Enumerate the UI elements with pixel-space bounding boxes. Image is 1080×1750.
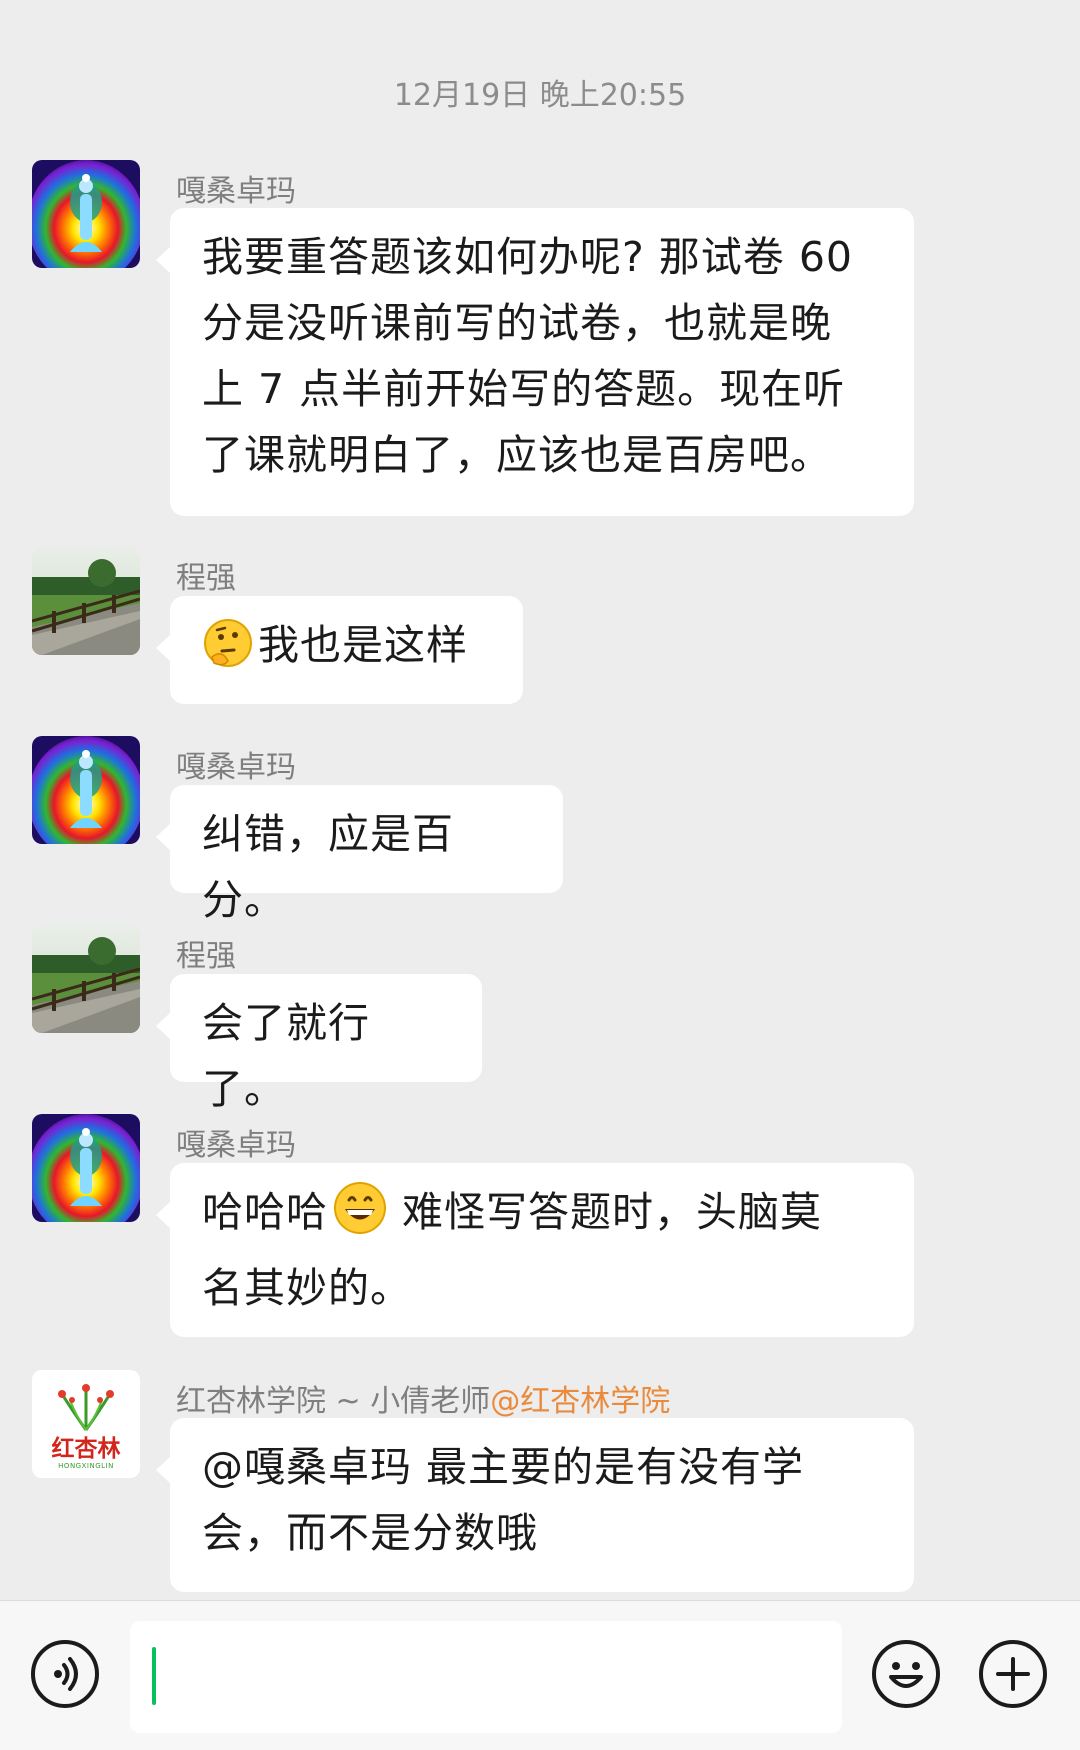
message-line: 上 7 点半前开始写的答题。现在听 [202, 365, 846, 413]
grinning-face-icon [332, 1180, 388, 1255]
message-bubble[interactable]: @嘎桑卓玛 最主要的是有没有学 会，而不是分数哦 [156, 1418, 914, 1592]
message-text: 我也是这样 [258, 621, 468, 669]
plus-icon [979, 1640, 1047, 1708]
sender-name: 程强 [176, 939, 236, 974]
emoji-icon [872, 1640, 940, 1708]
sender-name: 嘎桑卓玛 [176, 174, 296, 209]
avatar-chakra[interactable] [32, 1114, 140, 1222]
message-bubble[interactable]: 我也是这样 [156, 596, 523, 704]
message-bubble[interactable]: 我要重答题该如何办呢? 那试卷 60 分是没听课前写的试卷，也就是晚 上 7 点… [156, 208, 914, 516]
logo-subtext: HONGXINGLIN [58, 1462, 114, 1470]
message-line: 名其妙的。 [202, 1264, 412, 1312]
message-text: 难怪写答题时，头脑莫 [388, 1188, 823, 1236]
voice-icon [31, 1640, 99, 1708]
chakra-meditation-avatar-icon [32, 1114, 140, 1222]
garden-path-avatar-icon [32, 925, 140, 1033]
message-bubble[interactable]: 会了就行了。 [156, 974, 482, 1113]
message-bubble[interactable]: 哈哈哈 难怪写答题时，头脑莫 名其妙的。 [156, 1163, 914, 1337]
message-text: 纠错，应是百分。 [202, 810, 454, 924]
emoji-button[interactable] [871, 1639, 941, 1709]
chat-area[interactable]: 12月19日 晚上20:55 嘎桑卓玛 我要重答题该如何办呢? 那试卷 60 分… [0, 0, 1080, 1600]
plus-button[interactable] [978, 1639, 1048, 1709]
message-line: @嘎桑卓玛 最主要的是有没有学 [202, 1443, 805, 1491]
sender-name: 嘎桑卓玛 [176, 750, 296, 785]
sender-name: 红杏林学院 ~ 小倩老师@红杏林学院 [176, 1376, 670, 1420]
message-text: 会了就行了。 [202, 999, 370, 1113]
sender-org-tag: @红杏林学院 [490, 1384, 671, 1419]
avatar-garden[interactable] [32, 925, 140, 1033]
voice-button[interactable] [30, 1639, 100, 1709]
sender-name: 嘎桑卓玛 [176, 1128, 296, 1163]
logo-text: 红杏林 [51, 1436, 121, 1462]
thinking-face-icon [202, 617, 254, 688]
garden-path-avatar-icon [32, 547, 140, 655]
message-timestamp: 12月19日 晚上20:55 [393, 78, 687, 113]
sender-display-name: 红杏林学院 ~ 小倩老师 [176, 1384, 491, 1419]
text-caret [152, 1647, 156, 1705]
message-line: 我要重答题该如何办呢? 那试卷 60 [202, 233, 853, 281]
chakra-meditation-avatar-icon [32, 160, 140, 268]
message-line: 哈哈哈 难怪写答题时，头脑莫 [202, 1179, 882, 1255]
input-toolbar [0, 1600, 1080, 1750]
message-line: 了课就明白了，应该也是百房吧。 [202, 431, 832, 479]
message-line: 分是没听课前写的试卷，也就是晚 [202, 299, 832, 347]
sender-name: 程强 [176, 561, 236, 596]
avatar-chakra[interactable] [32, 160, 140, 268]
chakra-meditation-avatar-icon [32, 736, 140, 844]
message-text: 哈哈哈 [202, 1188, 328, 1236]
message-input[interactable] [130, 1621, 842, 1733]
avatar-chakra[interactable] [32, 736, 140, 844]
avatar-garden[interactable] [32, 547, 140, 655]
message-line: 会，而不是分数哦 [202, 1509, 538, 1557]
message-bubble[interactable]: 纠错，应是百分。 [156, 785, 563, 924]
